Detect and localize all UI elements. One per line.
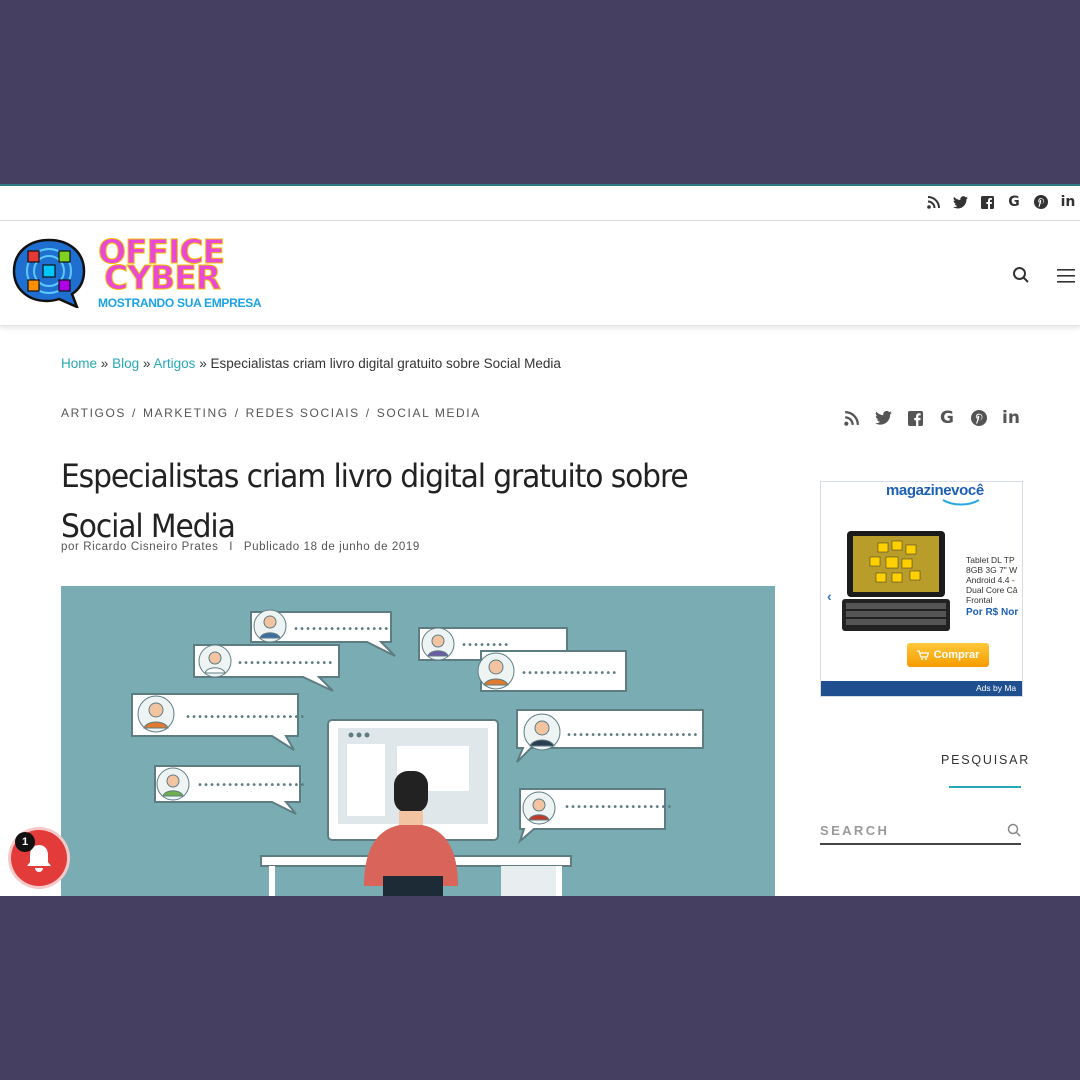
google-icon[interactable]: G <box>1006 193 1022 211</box>
breadcrumb-separator: » <box>199 356 207 371</box>
svg-text:••••••••••••••••••: •••••••••••••••••• <box>197 780 305 791</box>
ad-buy-button[interactable]: Comprar <box>907 643 989 667</box>
linkedin-icon[interactable]: in <box>1060 193 1076 211</box>
ad-brand[interactable]: magazinevocê <box>886 482 984 499</box>
ad-prev-arrow-icon[interactable]: ‹ <box>827 588 832 604</box>
top-social-bar: G in <box>0 184 1080 221</box>
category-separator: / <box>132 406 137 420</box>
google-icon[interactable]: G <box>937 408 957 428</box>
ad-product-price: Por R$ Nor <box>966 607 1019 618</box>
sidebar-search-input[interactable] <box>820 818 990 842</box>
notification-count-badge: 1 <box>15 832 35 852</box>
ad-footer: Ads by Ma <box>821 681 1022 696</box>
twitter-icon[interactable] <box>873 408 893 428</box>
post-share-links: G in <box>841 408 1021 428</box>
post-title: Especialistas criam livro digital gratui… <box>61 457 689 546</box>
logo-bubble-icon <box>12 238 86 308</box>
breadcrumb-separator: » <box>100 356 109 371</box>
breadcrumb-home-link[interactable]: Home <box>61 356 97 371</box>
author-link[interactable]: Ricardo Cisneiro Prates <box>83 541 218 553</box>
published-label: Publicado <box>243 541 300 553</box>
facebook-icon[interactable] <box>905 408 925 428</box>
category-link[interactable]: Marketing <box>143 406 229 420</box>
category-link[interactable]: Artigos <box>61 406 126 420</box>
logo-text-cyber: CYBER <box>103 258 221 298</box>
featured-image: •••••••••••••••• •••••••••••••••• ••••••… <box>61 586 775 896</box>
category-separator: / <box>234 406 240 420</box>
ad-brand-swoosh-icon <box>942 499 980 506</box>
post-byline: por Ricardo Cisneiro Prates I Publicado … <box>61 541 420 553</box>
site-logo[interactable]: OFFICE CYBER MOSTRANDO SUA EMPRESA <box>12 232 277 316</box>
svg-text:••••••••••••••••: •••••••••••••••• <box>237 658 333 669</box>
sidebar-search-form <box>820 818 1021 845</box>
webpage: G in OFFICE CYBER MOSTRANDO SUA EMPRESA <box>0 184 1080 896</box>
byline-separator: I <box>229 541 234 553</box>
cart-icon <box>916 650 929 660</box>
breadcrumb-separator: » <box>142 356 151 371</box>
site-header: OFFICE CYBER MOSTRANDO SUA EMPRESA <box>0 221 1080 326</box>
tablet-product-image[interactable] <box>840 529 952 633</box>
logo-tagline: MOSTRANDO SUA EMPRESA <box>98 296 262 310</box>
breadcrumb-current: Especialistas criam livro digital gratui… <box>210 356 561 371</box>
breadcrumb-artigos-link[interactable]: Artigos <box>153 356 195 371</box>
sidebar-title-underline <box>949 786 1021 788</box>
sidebar-search-title: PESQUISAR <box>941 753 1031 767</box>
svg-text:••••••••••••••••••••: •••••••••••••••••••• <box>185 712 305 723</box>
category-separator: / <box>365 406 371 420</box>
svg-text:••••••••••••••••••: •••••••••••••••••• <box>564 802 672 813</box>
ad-product-description[interactable]: Tablet DL TP 8GB 3G 7" W Android 4.4 - D… <box>966 555 1018 605</box>
published-date: 18 de junho de 2019 <box>303 541 420 553</box>
post-categories: Artigos / Marketing / Redes Sociais / Social M… <box>61 406 481 420</box>
pinterest-icon[interactable] <box>969 408 989 428</box>
top-social-links: G in <box>925 193 1076 211</box>
svg-text:••••••••••••••••: •••••••••••••••• <box>293 624 389 635</box>
svg-text:••••••••: •••••••• <box>461 640 509 651</box>
svg-text:••••••••••••••••••••••: •••••••••••••••••••••• <box>566 730 698 741</box>
svg-text:••••••••••••••••: •••••••••••••••• <box>521 668 617 679</box>
linkedin-icon[interactable]: in <box>1001 408 1021 428</box>
social-media-illustration: •••••••••••••••• •••••••••••••••• ••••••… <box>131 609 704 896</box>
twitter-icon[interactable] <box>952 193 968 211</box>
rss-icon[interactable] <box>925 193 941 211</box>
category-link[interactable]: Social Media <box>377 406 481 420</box>
breadcrumb-blog-link[interactable]: Blog <box>112 356 139 371</box>
facebook-icon[interactable] <box>979 193 995 211</box>
hamburger-menu-icon[interactable] <box>1057 269 1075 283</box>
ad-buy-label: Comprar <box>933 649 980 661</box>
category-link[interactable]: Redes Sociais <box>246 406 360 420</box>
pinterest-icon[interactable] <box>1033 193 1049 211</box>
search-icon[interactable] <box>1012 266 1030 284</box>
breadcrumb: Home » Blog » Artigos » Especialistas cr… <box>61 356 561 371</box>
search-icon[interactable] <box>1007 823 1021 837</box>
ad-widget[interactable]: magazinevocê ‹ Tablet DL TP 8GB 3G 7" W … <box>820 481 1023 697</box>
rss-icon[interactable] <box>841 408 861 428</box>
byline-prefix: por <box>61 541 80 553</box>
